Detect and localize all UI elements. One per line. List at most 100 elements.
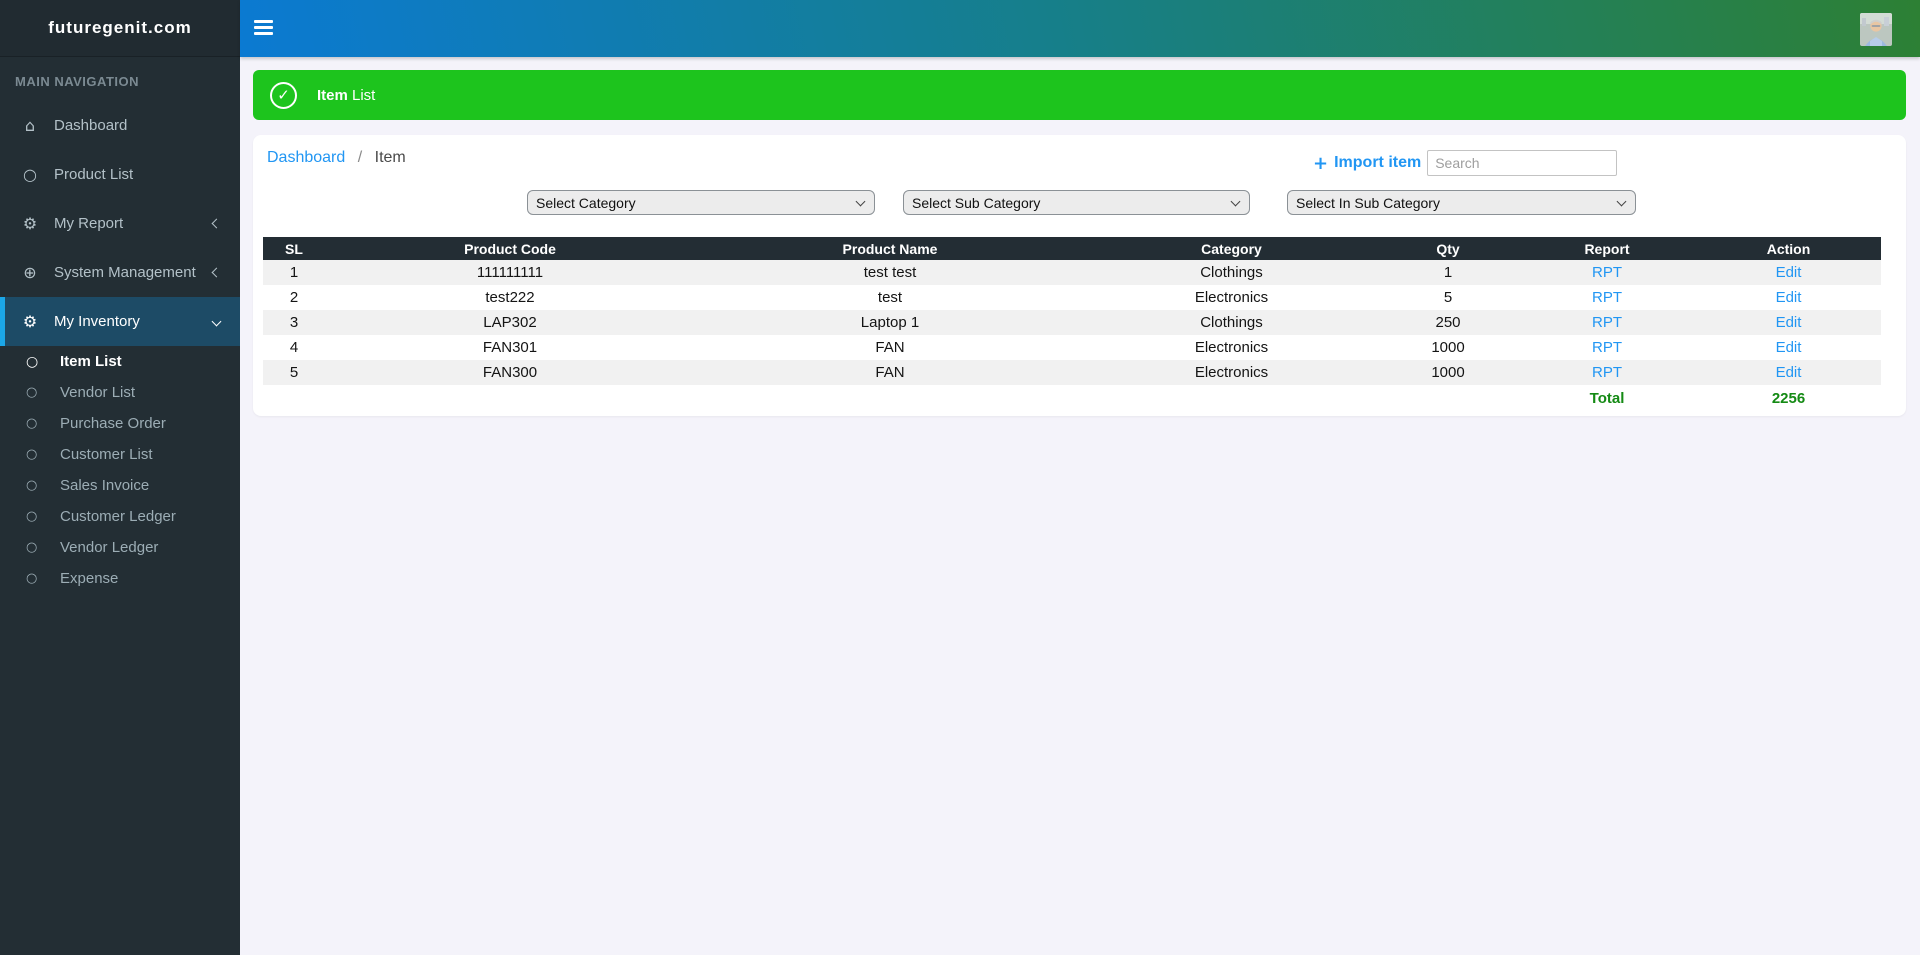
breadcrumb-dashboard-link[interactable]: Dashboard	[267, 149, 345, 166]
sidebar-subitem-customer-list[interactable]: ○ Customer List	[0, 439, 240, 470]
sidebar-section-label: MAIN NAVIGATION	[15, 74, 140, 89]
sidebar-item-my-inventory[interactable]: ⚙ My Inventory	[0, 297, 240, 346]
rpt-link[interactable]: RPT	[1592, 364, 1622, 381]
sidebar-item-system-management[interactable]: ⊕ System Management	[0, 248, 240, 297]
sidebar-subitem-vendor-list[interactable]: ○ Vendor List	[0, 377, 240, 408]
cell-sl: 1	[289, 264, 299, 281]
cell-product-name: Laptop 1	[860, 314, 920, 331]
sidebar-subitem-label: Expense	[60, 570, 119, 587]
toolbar: + Import item	[1313, 150, 1618, 176]
check-circle-icon: ✓	[270, 81, 297, 109]
cell-report: RPT	[1518, 360, 1696, 385]
chevron-down-icon	[211, 316, 222, 327]
sidebar-item-dashboard[interactable]: ⌂ Dashboard	[0, 101, 240, 150]
cell-product-code: FAN300	[482, 364, 538, 381]
col-header-qty: Qty	[1378, 237, 1518, 260]
hamburger-bar	[254, 31, 273, 35]
cell-category: Electronics	[1194, 364, 1269, 381]
sidebar-subitem-vendor-ledger[interactable]: ○ Vendor Ledger	[0, 532, 240, 563]
cell-product-name: test test	[863, 264, 917, 281]
sidebar-item-label: My Report	[54, 215, 124, 232]
avatar-photo	[1860, 13, 1892, 46]
circle-plus-icon: ⊕	[23, 263, 37, 282]
col-header-product-code: Product Code	[325, 237, 695, 260]
col-header-report: Report	[1518, 237, 1696, 260]
circle-icon: ○	[26, 571, 38, 586]
sidebar-subitem-customer-ledger[interactable]: ○ Customer Ledger	[0, 501, 240, 532]
brand-logo[interactable]: futuregenit.com	[0, 0, 240, 57]
sidebar-subitem-label: Vendor Ledger	[60, 539, 159, 556]
cell-category: Electronics	[1194, 339, 1269, 356]
filter-row: Select Category Select Sub Category Sele…	[527, 190, 1636, 215]
sidebar-subitem-label: Sales Invoice	[60, 477, 150, 494]
category-select[interactable]: Select Category	[527, 190, 875, 215]
table-header-row: SL Product Code Product Name Category Qt…	[263, 237, 1881, 260]
col-header-action: Action	[1696, 237, 1881, 260]
table-row: 3 LAP302 Laptop 1 Clothings 250 RPT Edit	[263, 310, 1881, 335]
sub-category-select[interactable]: Select Sub Category	[903, 190, 1250, 215]
sidebar: futuregenit.com MAIN NAVIGATION ⌂ Dashbo…	[0, 0, 240, 955]
user-avatar[interactable]	[1860, 13, 1892, 46]
cell-category: Clothings	[1200, 264, 1263, 281]
rpt-link[interactable]: RPT	[1592, 339, 1622, 356]
home-icon: ⌂	[24, 116, 36, 135]
hamburger-bar	[254, 25, 273, 29]
rpt-link[interactable]: RPT	[1592, 314, 1622, 331]
cell-product-code: FAN301	[482, 339, 538, 356]
cell-report: RPT	[1518, 310, 1696, 335]
breadcrumb-current: Item	[374, 149, 406, 166]
circle-icon: ○	[23, 165, 37, 184]
item-list-card: Dashboard / Item + Import item Select Ca…	[253, 135, 1906, 416]
circle-icon: ○	[26, 540, 38, 555]
table-row: 4 FAN301 FAN Electronics 1000 RPT Edit	[263, 335, 1881, 360]
col-header-product-name: Product Name	[695, 237, 1085, 260]
cell-category: Clothings	[1200, 314, 1263, 331]
circle-icon: ○	[26, 416, 38, 431]
banner-title-bold: Item	[317, 86, 348, 104]
rpt-link[interactable]: RPT	[1592, 264, 1622, 281]
edit-link[interactable]: Edit	[1776, 339, 1802, 356]
col-header-category: Category	[1085, 237, 1378, 260]
import-item-button[interactable]: + Import item	[1313, 153, 1421, 174]
sidebar-item-my-report[interactable]: ⚙ My Report	[0, 199, 240, 248]
edit-link[interactable]: Edit	[1776, 364, 1802, 381]
cell-product-code: 111111111	[476, 264, 544, 281]
banner-title-rest: List	[347, 86, 376, 104]
search-input[interactable]	[1427, 150, 1618, 176]
circle-icon: ○	[26, 353, 39, 370]
cell-report: RPT	[1518, 285, 1696, 310]
sidebar-subitem-expense[interactable]: ○ Expense	[0, 563, 240, 594]
rpt-link[interactable]: RPT	[1592, 289, 1622, 306]
sidebar-subitem-sales-invoice[interactable]: ○ Sales Invoice	[0, 470, 240, 501]
cell-report: RPT	[1518, 335, 1696, 360]
cell-sl: 5	[289, 364, 299, 381]
total-value: 2256	[1771, 389, 1806, 407]
sidebar-subitem-item-list[interactable]: ○ Item List	[0, 346, 240, 377]
cell-qty: 1000	[1431, 339, 1465, 356]
sidebar-subitem-purchase-order[interactable]: ○ Purchase Order	[0, 408, 240, 439]
edit-link[interactable]: Edit	[1776, 264, 1802, 281]
col-header-sl: SL	[263, 237, 325, 260]
circle-icon: ○	[26, 509, 38, 524]
topbar	[240, 0, 1920, 57]
cell-product-code: test222	[485, 289, 535, 306]
table-row: 5 FAN300 FAN Electronics 1000 RPT Edit	[263, 360, 1881, 385]
in-sub-category-select[interactable]: Select In Sub Category	[1287, 190, 1636, 215]
cell-product-name: test	[877, 289, 903, 306]
breadcrumb-separator: /	[357, 149, 363, 166]
success-banner: ✓ Item List	[253, 70, 1906, 120]
menu-toggle-button[interactable]	[254, 20, 273, 38]
sidebar-item-label: Dashboard	[54, 117, 128, 134]
cell-qty: 1	[1443, 264, 1453, 281]
hamburger-bar	[254, 20, 273, 23]
cell-sl: 4	[289, 339, 299, 356]
sidebar-subitem-label: Purchase Order	[60, 415, 166, 432]
edit-link[interactable]: Edit	[1776, 314, 1802, 331]
sidebar-subitem-label: Customer Ledger	[60, 508, 176, 525]
category-select-wrap: Select Category	[527, 190, 875, 215]
cell-product-name: FAN	[875, 339, 905, 356]
cell-action: Edit	[1696, 285, 1881, 310]
cell-product-code: LAP302	[483, 314, 537, 331]
sidebar-item-product-list[interactable]: ○ Product List	[0, 150, 240, 199]
edit-link[interactable]: Edit	[1776, 289, 1802, 306]
